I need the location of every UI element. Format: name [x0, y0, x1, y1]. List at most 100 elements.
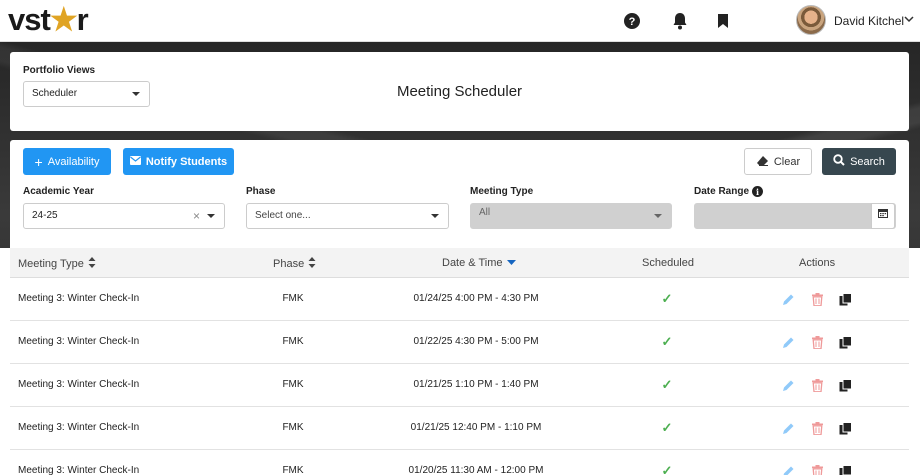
column-phase-label: Phase — [273, 258, 305, 270]
table-row[interactable]: Meeting 3: Winter Check-In FMK 01/22/25 4:… — [10, 321, 909, 364]
table-row[interactable]: Meeting 3: Winter Check-In FMK 01/24/25 4:… — [10, 278, 909, 321]
academic-year-select[interactable]: 24-25 × — [23, 203, 225, 229]
check-icon: ✓ — [661, 463, 673, 475]
svg-text:?: ? — [629, 16, 636, 28]
meeting-type-select[interactable]: All — [470, 203, 672, 229]
portfolio-panel: Portfolio Views Scheduler Meeting Schedu… — [10, 52, 909, 131]
delete-icon[interactable] — [809, 376, 825, 394]
phase-placeholder: Select one... — [255, 210, 311, 221]
user-name[interactable]: David Kitchel — [834, 14, 904, 28]
delete-icon[interactable] — [809, 419, 825, 437]
check-icon: ✓ — [661, 420, 673, 435]
delete-icon[interactable] — [809, 333, 825, 351]
chevron-down-icon[interactable] — [903, 11, 917, 27]
check-icon: ✓ — [661, 377, 673, 392]
meeting-type-cell: Meeting 3: Winter Check-In — [18, 336, 140, 347]
phase-cell: FMK — [282, 422, 304, 433]
page-title: Meeting Scheduler — [396, 83, 523, 100]
calendar-icon — [878, 204, 888, 228]
meeting-type-cell: Meeting 3: Winter Check-In — [18, 465, 140, 475]
copy-icon[interactable] — [837, 462, 853, 475]
phase-cell: FMK — [282, 293, 304, 304]
bell-icon[interactable] — [670, 11, 690, 31]
clear-selection-icon[interactable]: × — [193, 204, 200, 228]
caret-down-icon — [207, 214, 215, 218]
avatar[interactable] — [796, 5, 826, 35]
envelope-icon — [129, 155, 141, 168]
date-range-input[interactable] — [694, 203, 896, 229]
clear-label: Clear — [773, 155, 801, 168]
check-icon: ✓ — [661, 291, 673, 306]
edit-icon[interactable] — [780, 333, 796, 351]
column-actions-label: Actions — [799, 257, 836, 269]
edit-icon[interactable] — [780, 290, 796, 308]
plus-icon: + — [34, 153, 43, 170]
column-date-time-label: Date & Time — [442, 257, 503, 269]
date-time-cell: 01/24/25 4:00 PM - 4:30 PM — [413, 293, 539, 304]
meeting-type-label: Meeting Type — [470, 186, 533, 197]
copy-icon[interactable] — [837, 333, 853, 351]
copy-icon[interactable] — [837, 290, 853, 308]
eraser-icon — [756, 155, 769, 169]
phase-cell: FMK — [282, 465, 304, 475]
bookmark-icon[interactable] — [713, 11, 733, 31]
sort-icon — [308, 257, 316, 271]
academic-year-label: Academic Year — [23, 186, 94, 197]
meeting-type-value: All — [479, 207, 491, 218]
logo[interactable]: vst★r — [8, 2, 89, 38]
date-range-label: Date Range i — [694, 186, 764, 197]
date-time-cell: 01/20/25 11:30 AM - 12:00 PM — [408, 465, 544, 475]
meeting-type-label-text: Meeting Type — [470, 186, 534, 197]
calendar-button[interactable] — [871, 203, 895, 229]
phase-select[interactable]: Select one... — [246, 203, 449, 229]
date-time-cell: 01/21/25 12:40 PM - 1:10 PM — [410, 422, 542, 433]
column-scheduled-label: Scheduled — [642, 257, 694, 269]
notify-students-button[interactable]: Notify Students — [123, 148, 234, 175]
edit-icon[interactable] — [780, 419, 796, 437]
table-header: Meeting Type Phase Date & Time Scheduled… — [10, 248, 909, 278]
clear-button[interactable]: Clear — [744, 148, 812, 175]
meeting-type-cell: Meeting 3: Winter Check-In — [18, 422, 140, 433]
table-row[interactable]: Meeting 3: Winter Check-In FMK 01/21/25 12… — [10, 407, 909, 450]
sort-icon — [88, 257, 96, 271]
delete-icon[interactable] — [809, 290, 825, 308]
table-row[interactable]: Meeting 3: Winter Check-In FMK 01/21/25 1:… — [10, 364, 909, 407]
sort-desc-icon — [506, 257, 516, 269]
phase-label: Phase — [246, 186, 275, 197]
search-icon — [833, 154, 845, 169]
phase-label-text: Phase — [246, 186, 276, 197]
search-button[interactable]: Search — [822, 148, 896, 175]
meetings-table: Meeting Type Phase Date & Time Scheduled… — [0, 248, 920, 475]
filter-panel: + Availability Notify Students Clear Sea… — [10, 140, 909, 250]
column-meeting-type-label: Meeting Type — [18, 258, 84, 270]
column-scheduled: Scheduled — [642, 257, 694, 269]
column-actions: Actions — [799, 257, 835, 269]
availability-button[interactable]: + Availability — [23, 148, 111, 175]
search-label: Search — [850, 155, 885, 168]
delete-icon[interactable] — [809, 462, 825, 475]
date-time-cell: 01/22/25 4:30 PM - 5:00 PM — [413, 336, 539, 347]
column-phase[interactable]: Phase — [273, 257, 316, 271]
table-row[interactable]: Meeting 3: Winter Check-In FMK 01/20/25 11… — [10, 450, 909, 475]
help-icon[interactable]: ? — [622, 11, 642, 31]
date-time-cell: 01/21/25 1:10 PM - 1:40 PM — [413, 379, 539, 390]
caret-down-icon — [431, 214, 439, 218]
column-date-time[interactable]: Date & Time — [442, 257, 516, 269]
logo-text: vst★r — [8, 2, 89, 37]
top-bar: vst★r ? David Kitchel — [0, 0, 920, 42]
edit-icon[interactable] — [780, 376, 796, 394]
phase-cell: FMK — [282, 379, 304, 390]
availability-label: Availability — [47, 155, 100, 168]
check-icon: ✓ — [661, 334, 673, 349]
edit-icon[interactable] — [780, 462, 796, 475]
caret-down-icon — [654, 214, 662, 218]
copy-icon[interactable] — [837, 419, 853, 437]
meeting-type-cell: Meeting 3: Winter Check-In — [18, 379, 140, 390]
info-icon[interactable]: i — [752, 186, 764, 197]
notify-students-label: Notify Students — [145, 155, 228, 168]
column-meeting-type[interactable]: Meeting Type — [18, 257, 96, 271]
date-range-label-text: Date Range — [694, 186, 750, 197]
academic-year-label-text: Academic Year — [23, 186, 94, 197]
copy-icon[interactable] — [837, 376, 853, 394]
phase-cell: FMK — [282, 336, 304, 347]
